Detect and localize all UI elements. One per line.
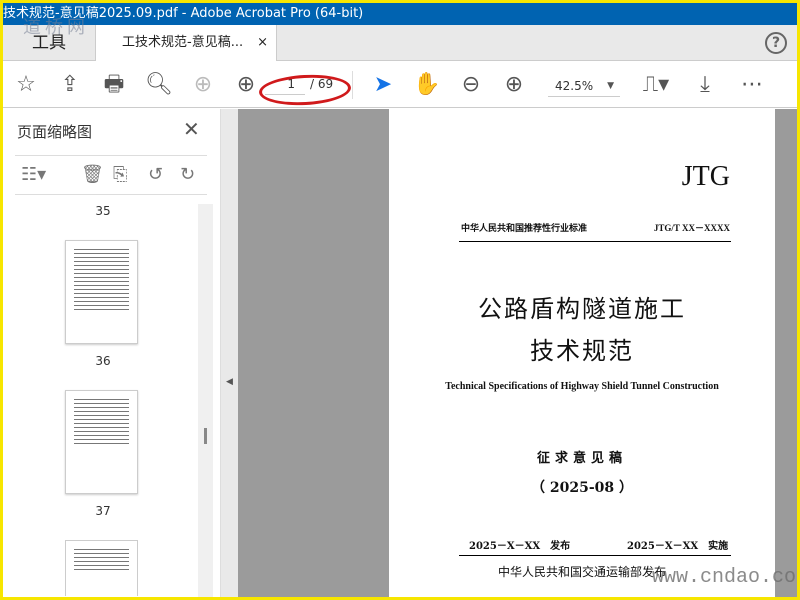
acrobat-window: 技术规范-意见稿2025.09.pdf - Adobe Acrobat Pro … [3,3,797,597]
more-options-icon[interactable]: ⋯ [738,71,766,99]
draft-date: （ 2025-08 ） [530,480,633,496]
watermark-bottom: www.cndao.co [652,566,797,589]
standard-code: JTG [681,161,730,192]
upload-cloud-icon[interactable]: ⇪ [56,71,84,99]
document-scrollbar[interactable] [777,109,797,597]
english-title: Technical Specifications of Highway Shie… [445,381,719,392]
select-cursor-icon[interactable]: ➤ [369,71,397,99]
extract-pages-icon[interactable]: ⎘ [113,164,127,185]
fit-page-icon[interactable]: ⎍▾ [636,71,676,99]
close-tab-icon[interactable]: × [257,25,268,61]
page-label: 37 [95,504,111,518]
panel-scrollbar[interactable] [198,204,213,597]
zoom-select[interactable]: 42.5% ▼ [548,75,620,97]
page-thumbnail[interactable] [65,390,138,494]
draft-status: 征求意见稿 [536,451,627,466]
pdf-page: JTG 中华人民共和国推荐性行业标准 JTG/T XX－XXXX 公路盾构隧道施… [389,109,775,597]
title-bar: 技术规范-意见稿2025.09.pdf - Adobe Acrobat Pro … [3,3,797,25]
page-label: 35 [95,204,111,218]
print-icon[interactable]: 🖶 [100,71,128,99]
hand-tool-icon[interactable]: ✋ [413,71,441,99]
scroll-mode-icon[interactable]: ⤓ [691,71,719,99]
next-page-icon[interactable]: ⊕ [232,71,260,99]
zoom-in-icon[interactable]: ⊕ [500,71,528,99]
document-view: JTG 中华人民共和国推荐性行业标准 JTG/T XX－XXXX 公路盾构隧道施… [238,109,797,597]
rotate-right-icon[interactable]: ↻ [180,164,195,185]
page-label: 36 [95,354,111,368]
tab-bar: 工具 工技术规范-意见稿... × ? [3,25,797,62]
help-icon[interactable]: ? [765,32,787,54]
previous-page-icon[interactable]: ⊕ [189,71,217,99]
issue-date: 2025－X－XX 发布 [469,541,571,552]
options-menu-icon[interactable]: ☷▾ [21,164,46,185]
rotate-left-icon[interactable]: ↺ [148,164,163,185]
tab-document[interactable]: 工技术规范-意见稿... × [95,25,277,62]
bookmark-star-icon[interactable]: ☆ [12,71,40,99]
toolbar: ☆ ⇪ 🖶 🔍︎ ⊕ ⊕ 1 / 69 ➤ ✋ ⊖ ⊕ 42.5% ▼ ⎍▾ ⤓ … [3,61,797,108]
document-title-line1: 公路盾构隧道施工 [478,295,686,323]
page-thumbnail[interactable] [65,240,138,344]
panel-title: 页面缩略图 [17,123,93,141]
chevron-down-icon: ▼ [607,81,614,91]
zoom-value: 42.5% [555,79,594,93]
watermark-top: 道桥网 [23,17,89,38]
divider [352,71,353,99]
document-title-line2: 技术规范 [530,337,634,365]
tab-document-label: 工技术规范-意见稿... [122,35,244,50]
divider [459,555,731,556]
standard-type: 中华人民共和国推荐性行业标准 [461,224,588,234]
delete-icon[interactable]: 🗑 [81,164,104,185]
thumbnails-panel: 页面缩略图 ✕ ☷▾ 🗑 ⎘ ↺ ↻ 35 36 37 [3,109,220,597]
divider [459,241,731,242]
thumbnail-tools: ☷▾ 🗑 ⎘ ↺ ↻ [15,155,207,195]
zoom-out-icon[interactable]: ⊖ [457,71,485,99]
search-icon[interactable]: 🔍︎ [145,71,173,99]
effective-date: 2025－X－XX 实施 [627,541,729,552]
collapse-panel-strip[interactable]: ◀ [220,109,238,597]
collapse-arrow-icon[interactable]: ◀ [226,377,233,387]
page-thumbnail[interactable] [65,540,138,596]
panel-resize-handle[interactable] [204,428,207,444]
close-panel-icon[interactable]: ✕ [183,117,200,141]
standard-number: JTG/T XX－XXXX [653,223,730,233]
